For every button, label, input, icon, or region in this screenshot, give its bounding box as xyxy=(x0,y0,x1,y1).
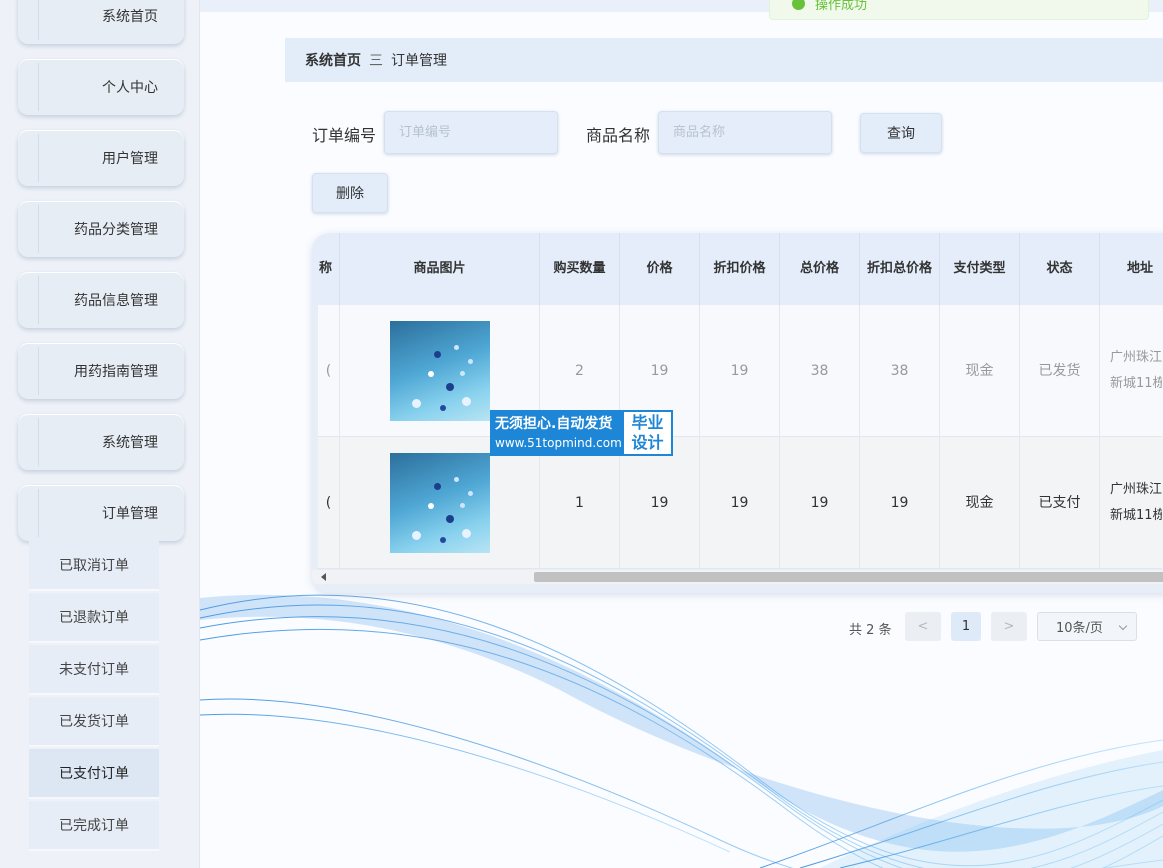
column-header-discount-price: 折扣价格 xyxy=(700,233,780,305)
watermark-tag: 毕业 设计 xyxy=(624,412,671,454)
toast-text: 操作成功 xyxy=(815,0,868,13)
cell-pay-type: 现金 xyxy=(940,437,1020,569)
submenu-cancelled-orders[interactable]: 已取消订单 xyxy=(29,541,159,591)
breadcrumb-separator: 三 xyxy=(369,53,383,69)
submenu-refunded-orders[interactable]: 已退款订单 xyxy=(29,593,159,643)
column-header-image: 商品图片 xyxy=(340,233,540,305)
menu-item-order-management[interactable]: 订单管理 xyxy=(18,485,184,541)
menu-item-label: 药品信息管理 xyxy=(74,293,158,309)
pagination-prev-button[interactable]: < xyxy=(905,612,941,641)
scroll-left-arrow-icon[interactable] xyxy=(321,573,326,581)
column-header-quantity: 购买数量 xyxy=(540,233,620,305)
menu-item-home[interactable]: 系统首页 xyxy=(18,0,184,44)
main-content: 操作成功 系统首页 三 订单管理 订单编号 商品名称 查询 删除 称 商品图片 … xyxy=(200,0,1163,868)
pagination-page-1[interactable]: 1 xyxy=(951,612,981,641)
column-header-pay-type: 支付类型 xyxy=(940,233,1020,305)
breadcrumb-home[interactable]: 系统首页 xyxy=(305,50,361,70)
menu-item-drug-info[interactable]: 药品信息管理 xyxy=(18,272,184,328)
breadcrumb: 系统首页 三 订单管理 xyxy=(285,38,1163,82)
delete-button[interactable]: 删除 xyxy=(312,173,388,213)
menu-item-drug-category[interactable]: 药品分类管理 xyxy=(18,201,184,257)
page-size-select[interactable]: 10条/页 xyxy=(1037,612,1137,641)
page-size-value: 10条/页 xyxy=(1056,621,1103,636)
breadcrumb-current: 订单管理 xyxy=(391,53,447,69)
table-header: 称 商品图片 购买数量 价格 折扣价格 总价格 折扣总价格 支付类型 状态 地址 xyxy=(312,233,1163,305)
submenu-label: 未支付订单 xyxy=(59,662,129,678)
cell-quantity: 1 xyxy=(540,437,620,569)
submenu-label: 已支付订单 xyxy=(59,766,129,782)
cell-image xyxy=(340,437,540,569)
menu-item-label: 系统管理 xyxy=(102,435,158,451)
query-button[interactable]: 查询 xyxy=(860,113,942,153)
product-image xyxy=(389,452,490,553)
menu-item-label: 药品分类管理 xyxy=(74,222,158,238)
watermark-line1: 无须担心.自动发货 xyxy=(495,416,613,432)
order-no-label: 订单编号 xyxy=(312,126,377,145)
cell-discount-total: 38 xyxy=(860,305,940,437)
cell-discount-price: 19 xyxy=(700,437,780,569)
watermark-text: 无须担心.自动发货 www.51topmind.com xyxy=(492,412,624,454)
pagination-next-button[interactable]: > xyxy=(991,612,1027,641)
success-toast: 操作成功 xyxy=(769,0,1149,20)
column-header-discount-total: 折扣总价格 xyxy=(860,233,940,305)
watermark-line2: www.51topmind.com xyxy=(495,436,622,450)
submenu-label: 已发货订单 xyxy=(59,714,129,730)
cell-status: 已发货 xyxy=(1020,305,1100,437)
menu-item-label: 个人中心 xyxy=(102,80,158,96)
menu-item-personal-center[interactable]: 个人中心 xyxy=(18,59,184,115)
pagination-total: 共 2 条 xyxy=(849,623,892,638)
success-icon xyxy=(792,0,805,10)
menu-item-medication-guide[interactable]: 用药指南管理 xyxy=(18,343,184,399)
cell-name: ( xyxy=(318,437,340,569)
menu-item-label: 用户管理 xyxy=(102,151,158,167)
submenu-label: 已完成订单 xyxy=(59,818,129,834)
menu-item-user-management[interactable]: 用户管理 xyxy=(18,130,184,186)
cell-name: ( xyxy=(318,305,340,437)
menu-item-label: 用药指南管理 xyxy=(74,364,158,380)
table-row[interactable]: ( 2 19 19 38 38 现金 已发货 广州珠江 新城11栋 xyxy=(318,305,1163,437)
watermark-badge: 无须担心.自动发货 www.51topmind.com 毕业 设计 xyxy=(490,410,673,456)
column-header-address: 地址 xyxy=(1126,261,1153,276)
column-header-price: 价格 xyxy=(620,233,700,305)
scrollbar-thumb[interactable] xyxy=(534,572,1163,582)
cell-pay-type: 现金 xyxy=(940,305,1020,437)
chevron-down-icon xyxy=(1118,621,1128,631)
order-no-input[interactable] xyxy=(384,111,558,154)
submenu-label: 已取消订单 xyxy=(59,558,129,574)
column-header-status: 状态 xyxy=(1020,233,1100,305)
cell-status: 已支付 xyxy=(1020,437,1100,569)
product-name-input[interactable] xyxy=(658,111,832,154)
menu-item-system[interactable]: 系统管理 xyxy=(18,414,184,470)
product-image xyxy=(389,320,490,421)
cell-discount-total: 19 xyxy=(860,437,940,569)
horizontal-scrollbar[interactable] xyxy=(312,570,1163,584)
cell-total: 19 xyxy=(780,437,860,569)
cell-address: 广州珠江 新城11栋 xyxy=(1100,305,1162,437)
submenu-shipped-orders[interactable]: 已发货订单 xyxy=(29,697,159,747)
cell-address: 广州珠江 新城11栋 xyxy=(1100,437,1162,569)
submenu-label: 已退款订单 xyxy=(59,610,129,626)
menu-item-label: 订单管理 xyxy=(102,506,158,522)
submenu-unpaid-orders[interactable]: 未支付订单 xyxy=(29,645,159,695)
cell-total: 38 xyxy=(780,305,860,437)
column-header-total: 总价格 xyxy=(780,233,860,305)
cell-price: 19 xyxy=(620,437,700,569)
submenu-completed-orders[interactable]: 已完成订单 xyxy=(29,801,159,851)
cell-discount-price: 19 xyxy=(700,305,780,437)
table-row[interactable]: ( 1 19 19 19 19 现金 已支付 广州珠江 新城11栋 xyxy=(318,437,1163,569)
column-header-name: 称 xyxy=(312,233,340,305)
submenu-paid-orders[interactable]: 已支付订单 xyxy=(29,749,159,799)
sidebar: 系统首页 个人中心 用户管理 药品分类管理 药品信息管理 用药指南管理 系统管理… xyxy=(0,0,200,868)
product-name-label: 商品名称 xyxy=(586,126,651,145)
menu-item-label: 系统首页 xyxy=(102,9,158,25)
